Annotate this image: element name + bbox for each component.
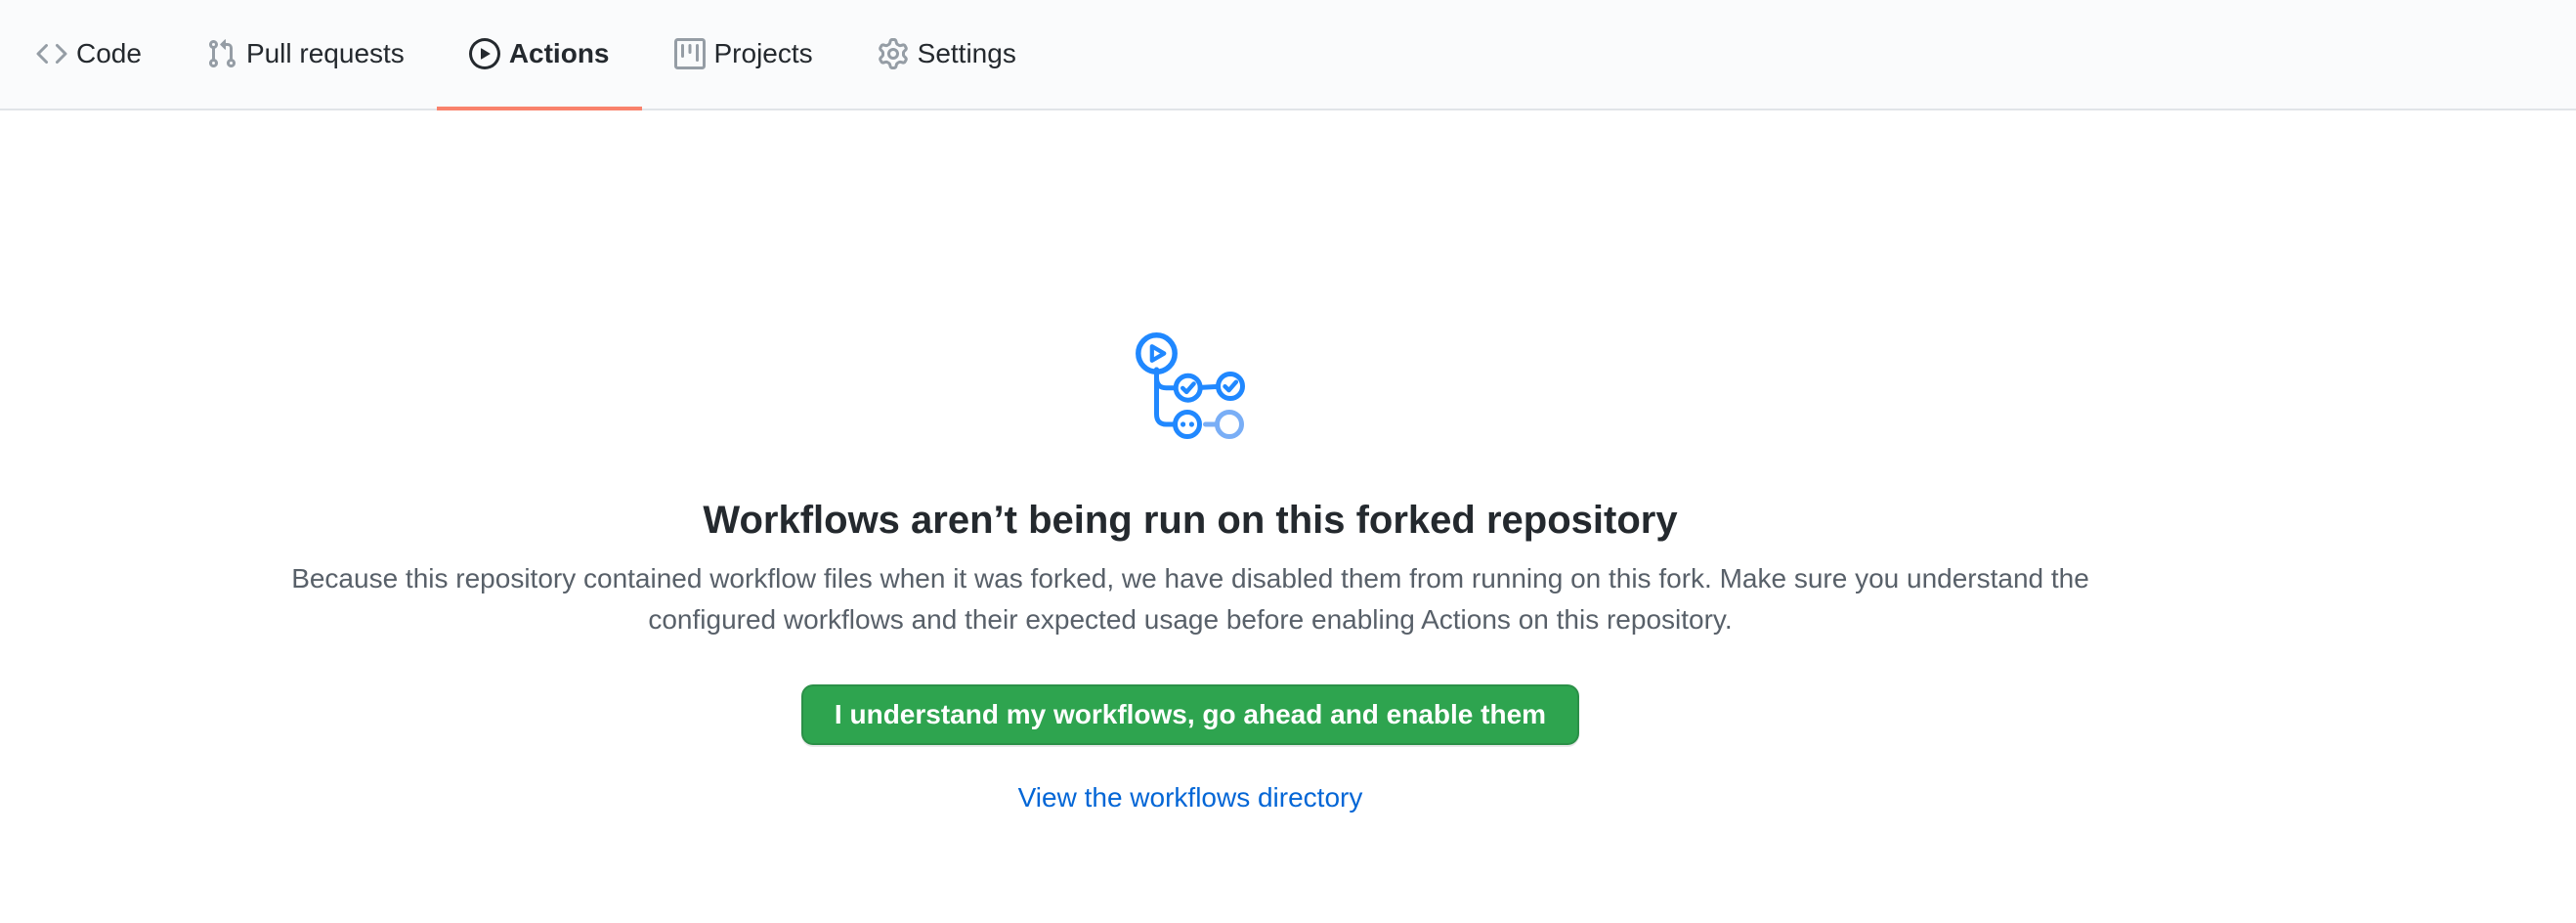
blankslate-description: Because this repository contained workfl… (272, 558, 2109, 640)
blankslate-title: Workflows aren’t being run on this forke… (0, 496, 2381, 545)
tab-code[interactable]: Code (4, 0, 174, 110)
tab-label: Settings (918, 40, 1016, 67)
git-pull-request-icon (206, 38, 237, 69)
tab-projects[interactable]: Projects (642, 0, 845, 110)
workflow-illustration-icon (1136, 332, 1245, 440)
enable-workflows-button[interactable]: I understand my workflows, go ahead and … (801, 684, 1579, 745)
actions-blankslate: Workflows aren’t being run on this forke… (0, 110, 2381, 813)
repo-tab-nav: Code Pull requests Actions Projects Sett… (0, 0, 2576, 110)
tab-label: Pull requests (246, 40, 405, 67)
tab-label: Code (76, 40, 142, 67)
play-circle-icon (469, 38, 500, 69)
workflows-directory-link[interactable]: View the workflows directory (1018, 782, 1363, 813)
tab-label: Projects (714, 40, 813, 67)
tab-settings[interactable]: Settings (845, 0, 1049, 110)
tab-label: Actions (509, 40, 610, 67)
project-icon (674, 38, 706, 69)
code-icon (36, 38, 67, 69)
gear-icon (878, 38, 909, 69)
tab-pull-requests[interactable]: Pull requests (174, 0, 437, 110)
tab-actions[interactable]: Actions (437, 0, 642, 110)
